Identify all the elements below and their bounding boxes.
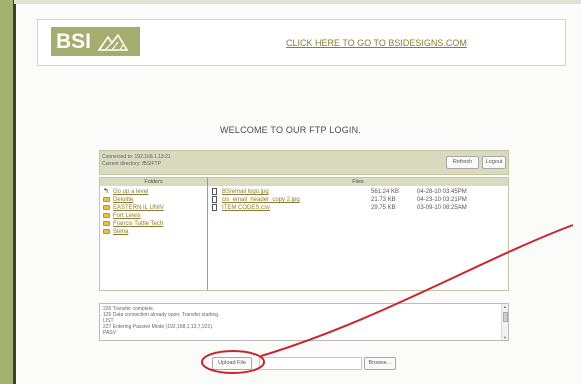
annotation-line xyxy=(260,224,574,357)
annotation-callout xyxy=(201,224,574,374)
annotation-circle xyxy=(201,350,265,374)
